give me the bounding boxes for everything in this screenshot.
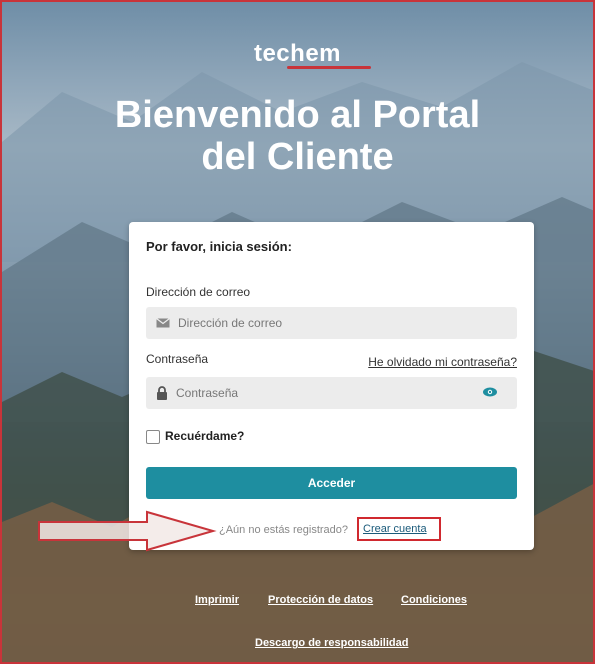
remember-checkbox[interactable] — [146, 430, 160, 444]
login-heading: Por favor, inicia sesión: — [146, 239, 292, 254]
lock-icon — [157, 386, 167, 400]
arrow-annotation — [38, 510, 217, 552]
footer-link-descargo[interactable]: Descargo de responsabilidad — [255, 637, 408, 649]
not-registered-text: ¿Aún no estás registrado? — [219, 524, 349, 536]
eye-icon[interactable] — [483, 387, 497, 397]
footer-link-condiciones[interactable]: Condiciones — [401, 594, 467, 606]
login-card: Por favor, inicia sesión: Dirección de c… — [129, 222, 534, 550]
email-field[interactable]: Dirección de correo — [146, 307, 517, 339]
forgot-password-link[interactable]: He olvidado mi contraseña? — [368, 355, 517, 369]
screenshot-frame: techem Bienvenido al Portal del Cliente … — [0, 0, 595, 664]
password-field[interactable]: Contraseña — [146, 377, 517, 409]
email-label: Dirección de correo — [146, 285, 251, 299]
email-placeholder: Dirección de correo — [178, 316, 283, 330]
envelope-icon — [156, 318, 170, 328]
techem-logo: techem — [253, 40, 342, 67]
title-line-2: del Cliente — [201, 136, 394, 178]
password-placeholder: Contraseña — [176, 386, 239, 400]
logo-underline — [287, 66, 371, 69]
login-button[interactable]: Acceder — [146, 467, 517, 499]
remember-label: Recuérdame? — [165, 429, 245, 443]
title-line-1: Bienvenido al Portal — [114, 94, 481, 136]
create-account-link[interactable]: Crear cuenta — [363, 523, 427, 535]
footer-link-proteccion-datos[interactable]: Protección de datos — [268, 594, 373, 606]
password-label: Contraseña — [146, 352, 209, 366]
page-title: Bienvenido al Portal del Cliente — [2, 94, 593, 178]
footer-link-imprimir[interactable]: Imprimir — [195, 594, 239, 606]
